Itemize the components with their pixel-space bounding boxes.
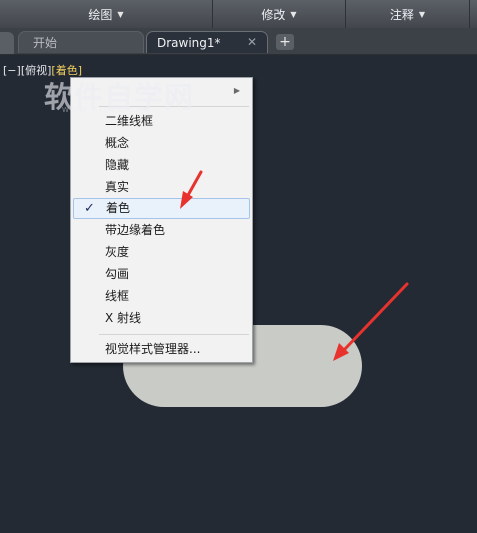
ribbon-panel-annotate[interactable]: 注释 ▼ (345, 0, 469, 28)
menu-item-sketchy[interactable]: 勾画 (73, 264, 250, 285)
menu-item-label: 视觉样式管理器... (105, 342, 201, 356)
tab-drawing1-label: Drawing1* (157, 35, 221, 50)
ribbon-panel-modify[interactable]: 修改 ▼ (212, 0, 345, 28)
menu-item-label: 勾画 (105, 267, 130, 281)
ribbon-panel-draw[interactable]: 绘图 ▼ (0, 0, 212, 28)
watermark-url: WWW.RJZXW.COM (62, 106, 152, 114)
chevron-down-icon: ▼ (117, 9, 124, 19)
menu-item-hidden[interactable]: 隐藏 (73, 155, 250, 176)
chevron-down-icon: ▼ (290, 9, 297, 19)
chevron-down-icon: ▼ (418, 9, 426, 19)
visual-style-menu: ▶ 二维线框 概念 隐藏 真实 ✓ 着色 带边缘着色 灰度 勾画 线框 X 射线… (70, 77, 253, 363)
submenu-arrow-icon: ▶ (233, 86, 240, 95)
ribbon-panel-annotate-label: 注释 (389, 7, 414, 22)
menu-separator (99, 334, 249, 335)
menu-item-conceptual[interactable]: 概念 (73, 133, 250, 154)
menu-item-shaded-with-edges[interactable]: 带边缘着色 (73, 220, 250, 241)
menu-item-label: X 射线 (105, 311, 142, 325)
menu-item-label: 着色 (106, 201, 131, 215)
menu-item-label: 线框 (105, 289, 130, 303)
menu-item-label: 隐藏 (105, 158, 130, 172)
autocad-window: 绘图 ▼ 修改 ▼ 注释 ▼ 开始 Drawing1* ✕ + [−][俯视][… (0, 0, 477, 533)
menu-item-label: 二维线框 (105, 114, 154, 128)
menu-item-label: 带边缘着色 (105, 223, 166, 237)
ribbon-panel-modify-label: 修改 (261, 7, 286, 22)
ribbon-panel-draw-label: 绘图 (88, 7, 113, 22)
tab-drawing1[interactable]: Drawing1* ✕ (146, 31, 268, 53)
menu-item-visual-styles-manager[interactable]: 视觉样式管理器... (73, 339, 250, 360)
menu-item-label: 灰度 (105, 245, 130, 259)
menu-item-label: 真实 (105, 180, 130, 194)
tab-start[interactable]: 开始 (18, 31, 144, 53)
menu-item-x-ray[interactable]: X 射线 (73, 308, 250, 329)
viewport-control-menu[interactable]: [−] (3, 64, 21, 77)
close-icon[interactable]: ✕ (247, 35, 257, 49)
check-icon: ✓ (84, 201, 95, 216)
menu-item-label: 概念 (105, 136, 130, 150)
new-tab-button[interactable]: + (276, 34, 294, 50)
menu-item-wireframe[interactable]: 线框 (73, 286, 250, 307)
tab-start-label: 开始 (33, 36, 58, 50)
tab-overflow-stub (0, 32, 14, 54)
menu-item-shades-of-gray[interactable]: 灰度 (73, 242, 250, 263)
file-tabs-bar: 开始 Drawing1* ✕ + (0, 28, 477, 55)
menu-item-shaded[interactable]: ✓ 着色 (73, 198, 250, 219)
menu-item-realistic[interactable]: 真实 (73, 177, 250, 198)
ribbon-panel-bar: 绘图 ▼ 修改 ▼ 注释 ▼ (0, 0, 477, 29)
ribbon-panel-overflow (469, 0, 477, 28)
